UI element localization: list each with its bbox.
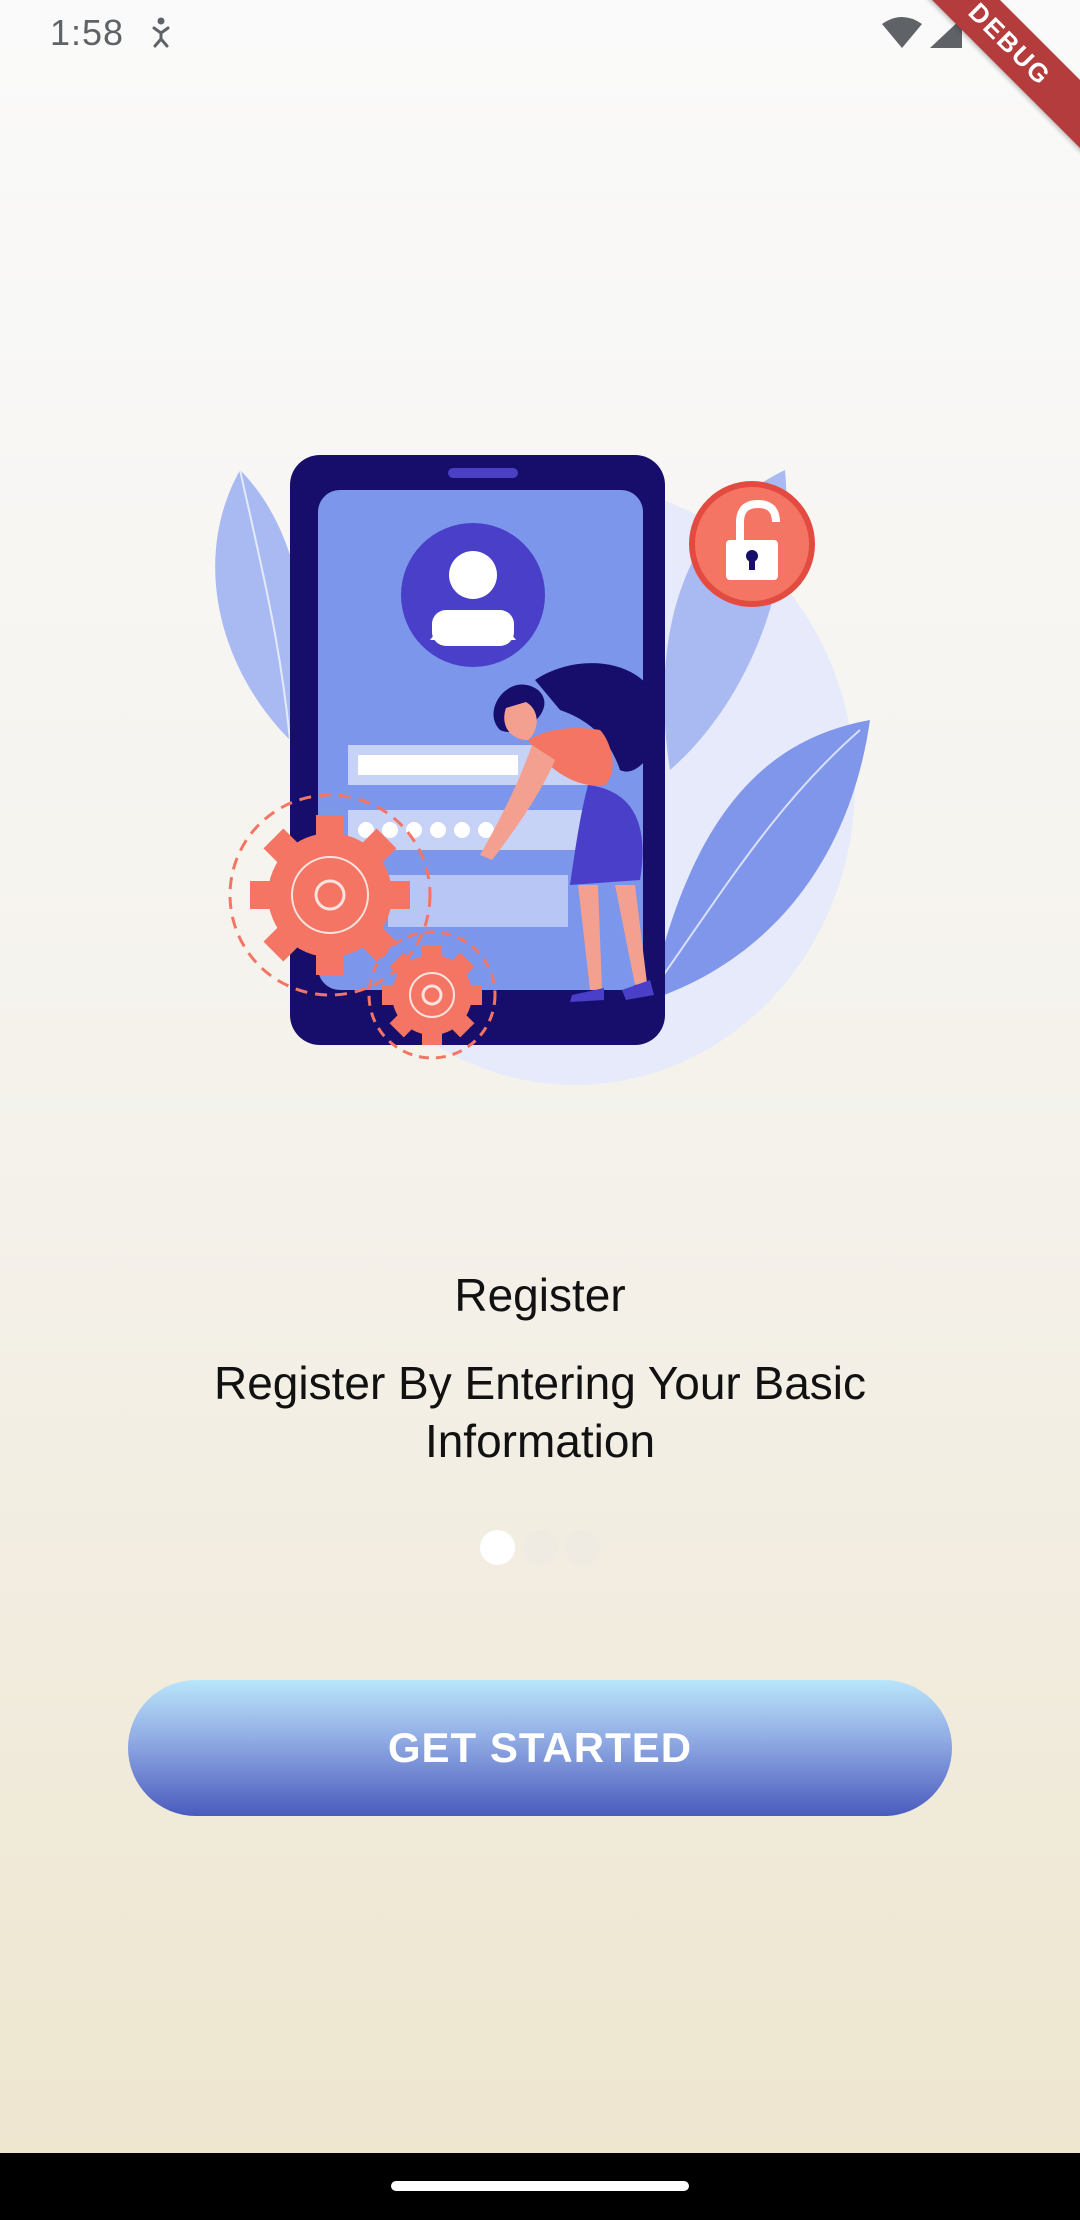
page-indicator	[480, 1530, 600, 1566]
onboarding-subtitle: Register By Entering Your Basic Informat…	[213, 1357, 867, 1467]
wifi-icon	[882, 17, 922, 48]
get-started-button[interactable]: GET STARTED	[128, 1680, 952, 1816]
accessibility-icon	[152, 17, 170, 48]
page-dot-2[interactable]	[522, 1530, 558, 1565]
onboarding-screen: 1:58 DEBUG Register Register By Entering…	[0, 0, 1080, 2220]
registration-illustration	[215, 455, 870, 1085]
form-button	[388, 875, 568, 927]
status-bar: 1:58	[0, 0, 1080, 66]
home-gesture-handle[interactable]	[391, 2181, 689, 2191]
status-time: 1:58	[50, 12, 125, 53]
page-dot-3[interactable]	[565, 1530, 600, 1565]
onboarding-title: Register	[454, 1269, 626, 1321]
system-navigation-bar	[0, 2153, 1080, 2220]
page-dot-1[interactable]	[480, 1530, 515, 1565]
